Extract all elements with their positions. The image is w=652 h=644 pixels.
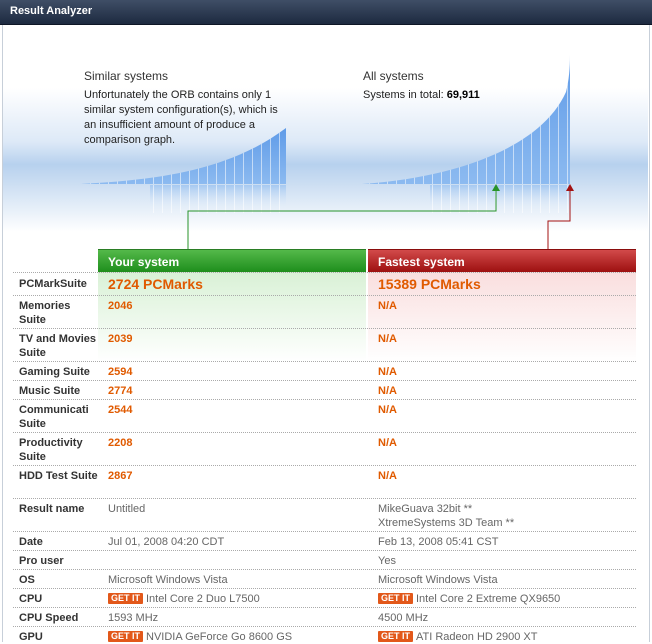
row-label: Productivity Suite: [19, 437, 83, 463]
row-label: Result name: [19, 503, 85, 515]
row-gaming: Gaming Suite 2594 N/A: [13, 361, 636, 380]
your-gpu: NVIDIA GeForce Go 8600 GS: [146, 631, 293, 643]
get-it-button[interactable]: GET IT: [108, 593, 143, 604]
row-date: Date Jul 01, 2008 04:20 CDT Feb 13, 2008…: [13, 531, 636, 550]
your-value: Microsoft Windows Vista: [108, 574, 228, 586]
all-systems-title: All systems: [363, 69, 424, 83]
row-label: Gaming Suite: [19, 366, 90, 378]
row-label: Communicati Suite: [19, 404, 89, 430]
row-cpu: CPU GET IT Intel Core 2 Duo L7500 GET IT I…: [13, 588, 636, 607]
fastest-value: Yes: [378, 555, 396, 567]
your-value: Jul 01, 2008 04:20 CDT: [108, 536, 225, 548]
row-gpu: GPU GET IT NVIDIA GeForce Go 8600 GS GET …: [13, 626, 636, 643]
fastest-system-header: Fastest system: [368, 249, 636, 272]
row-communication: Communicati Suite 2544 N/A: [13, 399, 636, 432]
fastest-gpu: ATI Radeon HD 2900 XT: [416, 631, 538, 643]
your-value: 2594: [108, 366, 133, 378]
get-it-button[interactable]: GET IT: [378, 593, 413, 604]
row-label: Date: [19, 536, 43, 548]
row-tv-movies: TV and Movies Suite 2039 N/A: [13, 328, 636, 361]
fastest-system-header-label: Fastest system: [378, 255, 465, 269]
row-result-name: Result name Untitled MikeGuava 32bit ** …: [13, 498, 636, 531]
similar-text-line: comparison graph.: [84, 134, 176, 146]
row-label: Pro user: [19, 555, 64, 567]
get-it-button[interactable]: GET IT: [378, 631, 413, 642]
row-label: Music Suite: [19, 385, 81, 397]
similar-systems-title: Similar systems: [84, 69, 169, 83]
fastest-value: N/A: [378, 366, 397, 378]
row-label: CPU Speed: [19, 612, 79, 624]
fastest-value: N/A: [378, 404, 397, 416]
your-value: 1593 MHz: [108, 612, 159, 624]
row-pcmarksuite: PCMarkSuite 2724 PCMarks 15389 PCMarks: [13, 272, 636, 295]
fastest-value: N/A: [378, 333, 397, 345]
row-productivity: Productivity Suite 2208 N/A: [13, 432, 636, 465]
total-value: 69,911: [446, 89, 480, 101]
your-score: 2724 PCMarks: [108, 276, 203, 292]
similar-text-line: an insufficient amount of produce a: [84, 119, 256, 131]
row-cpu-speed: CPU Speed 1593 MHz 4500 MHz: [13, 607, 636, 626]
your-value: 2046: [108, 300, 133, 312]
row-label: CPU: [19, 593, 43, 605]
your-system-header-label: Your system: [108, 255, 180, 269]
fastest-value: N/A: [378, 300, 397, 312]
fastest-value: N/A: [378, 385, 397, 397]
fastest-score: 15389 PCMarks: [378, 276, 481, 292]
your-value: Untitled: [108, 503, 146, 515]
row-hdd: HDD Test Suite 2867 N/A: [13, 465, 636, 498]
your-value: 2774: [108, 385, 133, 397]
total-label: Systems in total:: [363, 89, 444, 101]
row-label: PCMarkSuite: [19, 278, 87, 290]
fastest-cpu: Intel Core 2 Extreme QX9650: [416, 593, 561, 605]
your-value: 2208: [108, 437, 133, 449]
all-systems-total: Systems in total: 69,911: [363, 88, 480, 103]
fastest-team-name: XtremeSystems 3D Team **: [378, 517, 515, 529]
fastest-value: 4500 MHz: [378, 612, 429, 624]
your-value: 2544: [108, 404, 133, 416]
row-label: TV and Movies Suite: [19, 333, 97, 359]
fastest-value: Feb 13, 2008 05:41 CST: [378, 536, 499, 548]
row-label: Memories Suite: [19, 300, 71, 326]
row-pro-user: Pro user Yes: [13, 550, 636, 569]
get-it-button[interactable]: GET IT: [108, 631, 143, 642]
fastest-result-name: MikeGuava 32bit **: [378, 503, 473, 515]
fastest-value: Microsoft Windows Vista: [378, 574, 498, 586]
row-os: OS Microsoft Windows Vista Microsoft Win…: [13, 569, 636, 588]
row-memories: Memories Suite 2046 N/A: [13, 295, 636, 328]
row-label: OS: [19, 574, 35, 586]
similar-text-line: Unfortunately the ORB contains only 1: [84, 89, 272, 101]
fastest-value: MikeGuava 32bit ** XtremeSystems 3D Team…: [378, 502, 514, 530]
fastest-value: N/A: [378, 437, 397, 449]
your-value: GET IT Intel Core 2 Duo L7500: [108, 592, 260, 606]
row-label: HDD Test Suite: [19, 470, 98, 482]
similar-systems-text: Unfortunately the ORB contains only 1 si…: [84, 88, 304, 148]
fastest-value: N/A: [378, 470, 397, 482]
fastest-value: GET IT Intel Core 2 Extreme QX9650: [378, 592, 560, 606]
row-music: Music Suite 2774 N/A: [13, 380, 636, 399]
your-value: 2867: [108, 470, 133, 482]
your-value: 2039: [108, 333, 133, 345]
your-cpu: Intel Core 2 Duo L7500: [146, 593, 260, 605]
your-system-header: Your system: [98, 249, 366, 272]
similar-text-line: similar system configuration(s), which i…: [84, 104, 278, 116]
